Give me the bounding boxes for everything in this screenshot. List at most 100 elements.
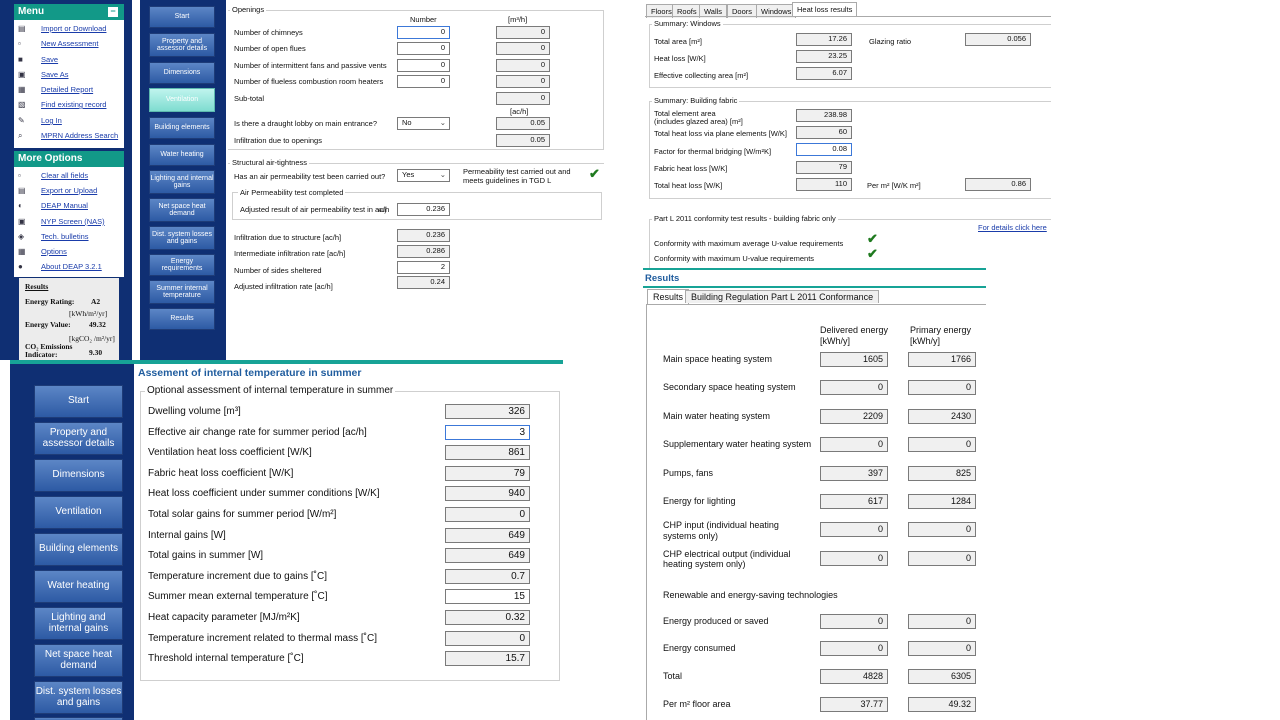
check-icon: ✔ [867,246,878,261]
subtotal-value: 0 [496,92,550,105]
nav-property[interactable]: Property and assessor details [149,33,215,57]
nav-dimensions[interactable]: Dimensions [149,62,215,84]
menu-item-mprn[interactable]: ⌕ MPRN Address Search [18,131,118,141]
results-delivered-value: 4828 [820,669,888,684]
summer-row-value[interactable]: 15 [445,589,530,605]
nav-summer-temp[interactable]: Summer internal temperature [149,280,215,304]
bridging-label: Factor for thermal bridging [W/m²K] [654,147,772,156]
summer-row-label: Internal gains [W] [148,529,226,541]
summer-row-label: Fabric heat loss coefficient [W/K] [148,467,294,479]
summer-row-value: 15.7 [445,651,530,667]
results-divider [643,286,986,288]
flues-input[interactable]: 0 [397,42,450,55]
new-document-icon: ▫ [18,39,21,48]
results-row-label: Main space heating system [663,354,773,364]
conf2-label: Conformity with maximum U-value requirem… [654,254,815,263]
menu-item-clear[interactable]: ▫ Clear all fields [18,171,88,181]
menu-item-save-as[interactable]: ▣ Save As [18,70,69,80]
fans-input[interactable]: 0 [397,59,450,72]
nav-ventilation[interactable]: Ventilation [34,496,123,529]
summer-row-value: 940 [445,486,530,502]
openings-title: Openings [230,5,267,14]
menu-title: Menu [18,6,45,17]
lobby-ach: 0.05 [496,117,550,130]
menu-item-bulletins[interactable]: ◈ Tech. bulletins [18,232,89,242]
nav-water-heating[interactable]: Water heating [149,144,215,166]
nav-lighting[interactable]: Lighting and internal gains [149,170,215,194]
heatloss-panel: Floors Roofs Walls Doors Windows Heat lo… [645,0,1051,268]
adjusted-infil-label: Adjusted infiltration rate [ac/h] [234,282,333,291]
results-panel: Results Results Building Regulation Part… [643,270,986,720]
results-delivered-value: 0 [820,550,888,566]
chimneys-input[interactable]: 0 [397,26,450,39]
results-row-label: Energy for lighting [663,496,736,506]
menu-item-options[interactable]: ▦ Options [18,247,67,257]
ventilation-form: Openings Number [m³/h] Number of chimney… [226,0,606,360]
ach-unit: [ac/h] [510,107,529,116]
menu-item-nyp[interactable]: ▣ NYP Screen (NAS) [18,217,105,227]
menu-item-find[interactable]: ▧ Find existing record [18,100,106,110]
tab-results[interactable]: Results [647,289,690,304]
heaters-label: Number of flueless combustion room heate… [234,77,384,86]
nav-results[interactable]: Results [149,308,215,330]
menu-item-manual[interactable]: ◐ DEAP Manual [18,201,88,211]
nav-dist-losses[interactable]: Dist. system losses and gains [34,681,123,714]
results-row-label: CHP electrical output (individual heatin… [663,548,791,570]
nav-property[interactable]: Property and assessor details [34,422,123,455]
tab-heat-loss-results[interactable]: Heat loss results [792,2,858,16]
summer-row-label: Summer mean external temperature [˚C] [148,591,328,603]
adjusted-input[interactable]: 0.236 [397,203,450,216]
summer-row-label: Temperature increment related to thermal… [148,632,377,644]
heaters-input[interactable]: 0 [397,75,450,88]
sheltered-label: Number of sides sheltered [234,266,322,275]
win-heatloss-value: 23.25 [796,50,852,63]
nav-net-space-heat[interactable]: Net space heat demand [34,644,123,677]
results-row-label: Energy consumed [663,643,736,653]
sheltered-input[interactable]: 2 [397,261,450,274]
ventilation-panel: Start Property and assessor details Dime… [140,0,606,360]
results-primary-value: 0 [908,437,976,453]
tab-part-l-conformance[interactable]: Building Regulation Part L 2011 Conforma… [685,290,880,303]
tab-divider [645,16,1051,17]
co2-label: CO₂ Emissions Indicator: [25,342,73,359]
col-flow-unit: [m³/h] [508,15,528,24]
nav-dist-losses[interactable]: Dist. system losses and gains [149,226,215,250]
fabric-loss-label: Fabric heat loss [W/K] [654,164,728,173]
menu-item-export[interactable]: ▤ Export or Upload [18,186,97,196]
heaters-flow: 0 [496,75,550,88]
nav-building-elements[interactable]: Building elements [34,533,123,566]
menu-item-new[interactable]: ▫ New Assessment [18,39,99,49]
bridging-input[interactable]: 0.08 [796,143,852,156]
menu-list: ▤ Import or Download ▫ New Assessment ■ Sav… [14,20,124,148]
menu-item-report[interactable]: ▦ Detailed Report [18,85,93,95]
menu-item-about[interactable]: ● About DEAP 3.2.1 [18,262,102,272]
summer-row-value[interactable]: 3 [445,424,530,440]
nav-start[interactable]: Start [34,385,123,418]
nav-lighting[interactable]: Lighting and internal gains [34,607,123,640]
nav-energy-req[interactable]: Energy requirements [149,254,215,276]
chimneys-label: Number of chimneys [234,28,303,37]
nav-water-heating[interactable]: Water heating [34,570,123,603]
nav-ventilation[interactable]: Ventilation [149,88,215,112]
collapse-icon[interactable]: − [108,7,118,17]
nav-building-elements[interactable]: Building elements [149,117,215,139]
results-primary-value: 0 [908,550,976,566]
nav-start[interactable]: Start [149,6,215,28]
perm-test-select[interactable]: Yes ⌄ [397,169,450,182]
summer-row-value: 861 [445,445,530,461]
summer-row-value: 79 [445,465,530,481]
summer-row-label: Effective air change rate for summer per… [148,426,367,438]
menu-item-login[interactable]: ✎ Log In [18,116,62,126]
intermediate-label: Intermediate infiltration rate [ac/h] [234,249,346,258]
menu-item-save[interactable]: ■ Save [18,55,58,65]
results-delivered-value: 0 [820,380,888,396]
menu-item-import[interactable]: ▤ Import or Download [18,24,106,34]
airtight-title: Structural air-tightness [230,158,310,167]
screen-icon: ▣ [18,217,26,226]
summer-row-label: Heat capacity parameter [MJ/m²K] [148,612,300,623]
nav-net-space-heat[interactable]: Net space heat demand [149,198,215,222]
adjusted-sub: adj [378,208,387,214]
details-link[interactable]: For details click here [978,223,1047,232]
lobby-select[interactable]: No ⌄ [397,117,450,130]
nav-dimensions[interactable]: Dimensions [34,459,123,492]
